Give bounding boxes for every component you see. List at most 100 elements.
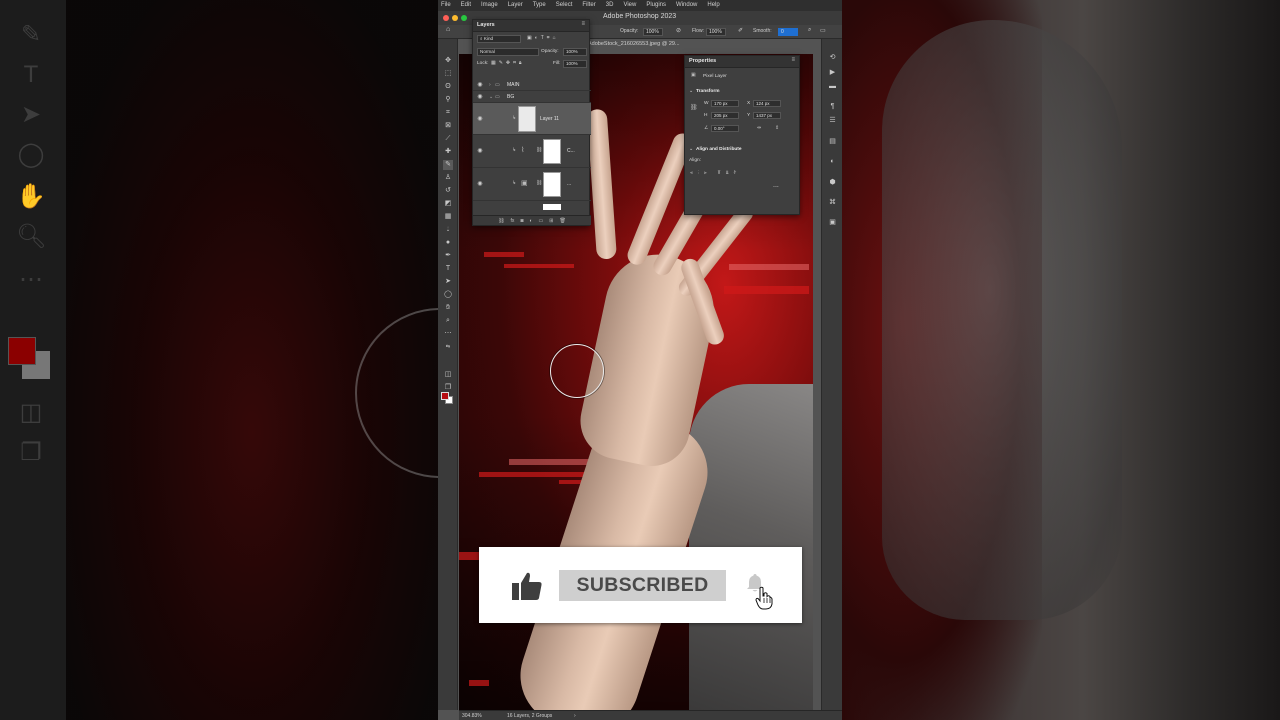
align-section-label[interactable]: Align and Distribute [696,147,742,152]
y-field[interactable]: 1437 px [753,112,781,119]
menu-3d[interactable]: 3D [606,0,614,11]
flip-horizontal-icon[interactable]: ⇹ [757,126,761,131]
paragraph-icon[interactable]: ¶ [828,102,837,111]
menu-image[interactable]: Image [481,0,498,11]
fx-icon[interactable]: fx [511,216,515,225]
zoom-level[interactable]: 304.83% [462,713,482,719]
menu-edit[interactable]: Edit [461,0,471,11]
move-tool-icon[interactable]: ✥ [443,56,453,66]
layers-tab[interactable]: Layers [477,22,495,28]
layer-row-selected[interactable]: ◉ ↳ Layer 11 [473,103,591,135]
new-layer-icon[interactable]: ⊞ [549,216,553,225]
swatches-icon[interactable]: ⬢ [828,178,837,187]
type-tool-icon[interactable]: T [443,264,453,274]
panel-menu-icon[interactable]: ≡ [791,57,795,63]
home-icon[interactable]: ⌂ [446,26,450,33]
filter-icons[interactable]: ▣◐T⌗⌂ [527,35,559,41]
menu-view[interactable]: View [623,0,636,11]
eraser-tool-icon[interactable]: ◩ [443,199,453,209]
zoom-tool-icon[interactable]: ⌕ [443,316,453,326]
blend-mode-select[interactable]: Normal [477,48,539,56]
menu-file[interactable]: File [441,0,451,11]
eyedropper-tool-icon[interactable]: ⟋ [443,134,453,144]
marquee-tool-icon[interactable]: ⬚ [443,69,453,79]
lock-icons[interactable]: ▦✎✥⌗🔒︎ [491,60,525,66]
foreground-color-swatch[interactable] [441,392,449,400]
edit-toolbar-icon[interactable]: ⋯ [443,329,453,339]
menu-layer[interactable]: Layer [508,0,523,11]
menu-help[interactable]: Help [707,0,719,11]
visibility-eye-icon[interactable]: ◉ [476,180,484,188]
close-window-button[interactable] [443,15,449,21]
status-menu-arrow-icon[interactable]: › [574,713,576,719]
workspace-icon[interactable]: ▭ [820,27,826,34]
channels-icon[interactable]: ▣ [828,218,837,227]
align-buttons-icons[interactable]: ⫷⫶⫸ ⫪⫫⫩ [690,170,741,176]
smoothing-field[interactable]: 0 [778,28,798,36]
thumbs-up-icon[interactable] [511,571,543,601]
add-mask-icon[interactable]: ◙ [520,216,523,225]
expand-chevron-icon[interactable]: › [489,82,491,88]
layer-row[interactable]: ◉ ↳ ⌇ ⛓ C... [473,135,591,168]
link-layers-icon[interactable]: ⛓ [498,216,504,225]
menu-select[interactable]: Select [556,0,573,11]
blur-tool-icon[interactable]: 💧︎ [443,225,453,235]
adjustments-icon[interactable]: ☰ [828,116,837,125]
layer-row[interactable]: ◉ ↳ ▣ ⛓ ... [473,168,591,201]
menu-type[interactable]: Type [533,0,546,11]
visibility-eye-icon[interactable]: ◉ [476,115,484,123]
minimize-window-button[interactable] [452,15,458,21]
search-icon[interactable]: ⌕ [808,27,811,34]
gradient-tool-icon[interactable]: ▦ [443,212,453,222]
menu-filter[interactable]: Filter [582,0,595,11]
height-field[interactable]: 205 px [711,112,739,119]
x-field[interactable]: 124 px [753,100,781,107]
pressure-opacity-icon[interactable]: ⊘ [676,27,681,34]
panel-menu-icon[interactable]: ≡ [581,21,585,27]
dodge-tool-icon[interactable]: ● [443,238,453,248]
path-selection-tool-icon[interactable]: ➤ [443,277,453,287]
actions-play-icon[interactable]: ▶ [828,68,837,77]
libraries-icon[interactable]: ▤ [828,137,837,146]
airbrush-icon[interactable]: ✐ [738,27,743,34]
new-group-icon[interactable]: ▭ [539,216,544,225]
clone-stamp-tool-icon[interactable]: ♙ [443,173,453,183]
paths-icon[interactable]: ⌘ [828,198,837,207]
brush-tool-icon[interactable]: ✎ [443,160,453,170]
zoom-window-button[interactable] [461,15,467,21]
width-field[interactable]: 170 px [711,100,739,107]
properties-tab[interactable]: Properties [689,58,716,64]
layer-group-row[interactable]: ◉ ⌄ ▭ BG [473,91,591,103]
frame-tool-icon[interactable]: ⊠ [443,121,453,131]
healing-brush-tool-icon[interactable]: ✚ [443,147,453,157]
menu-plugins[interactable]: Plugins [646,0,666,11]
pen-tool-icon[interactable]: ✒ [443,251,453,261]
quick-mask-icon[interactable]: ◫ [443,370,453,380]
crop-tool-icon[interactable]: ⌗ [443,108,453,118]
layer-group-row[interactable]: ◉ › ▭ MAIN [473,79,591,91]
align-chevron-icon[interactable]: ⌄ [689,147,693,152]
angle-field[interactable]: 0.00° [711,125,739,132]
visibility-eye-icon[interactable]: ◉ [476,93,484,101]
history-brush-tool-icon[interactable]: ↺ [443,186,453,196]
visibility-eye-icon[interactable]: ◉ [476,147,484,155]
layer-opacity-field[interactable]: 100% [563,48,587,56]
flow-field[interactable]: 100% [706,28,726,36]
lasso-tool-icon[interactable]: ʘ [443,82,453,92]
new-adjustment-icon[interactable]: ◐ [529,216,532,225]
menu-window[interactable]: Window [676,0,697,11]
default-colors-icon[interactable]: ⇆ [443,342,453,352]
filter-kind-select[interactable]: ⌕ Kind [477,35,521,43]
flip-vertical-icon[interactable]: ⇕ [775,126,779,131]
transform-section-label[interactable]: Transform [696,89,719,94]
opacity-field[interactable]: 100% [643,28,663,36]
subscribed-button[interactable]: SUBSCRIBED [559,570,726,601]
visibility-eye-icon[interactable]: ◉ [476,81,484,89]
delete-layer-icon[interactable]: 🗑︎ [559,216,565,225]
comments-icon[interactable]: ▬ [828,82,837,91]
quick-select-tool-icon[interactable]: ⚲ [443,95,453,105]
history-icon[interactable]: ⟲ [828,53,837,62]
link-dimensions-icon[interactable]: ⛓ [690,104,698,111]
transform-chevron-icon[interactable]: ⌄ [689,89,693,94]
hand-tool-icon[interactable]: ✋︎ [443,303,453,313]
